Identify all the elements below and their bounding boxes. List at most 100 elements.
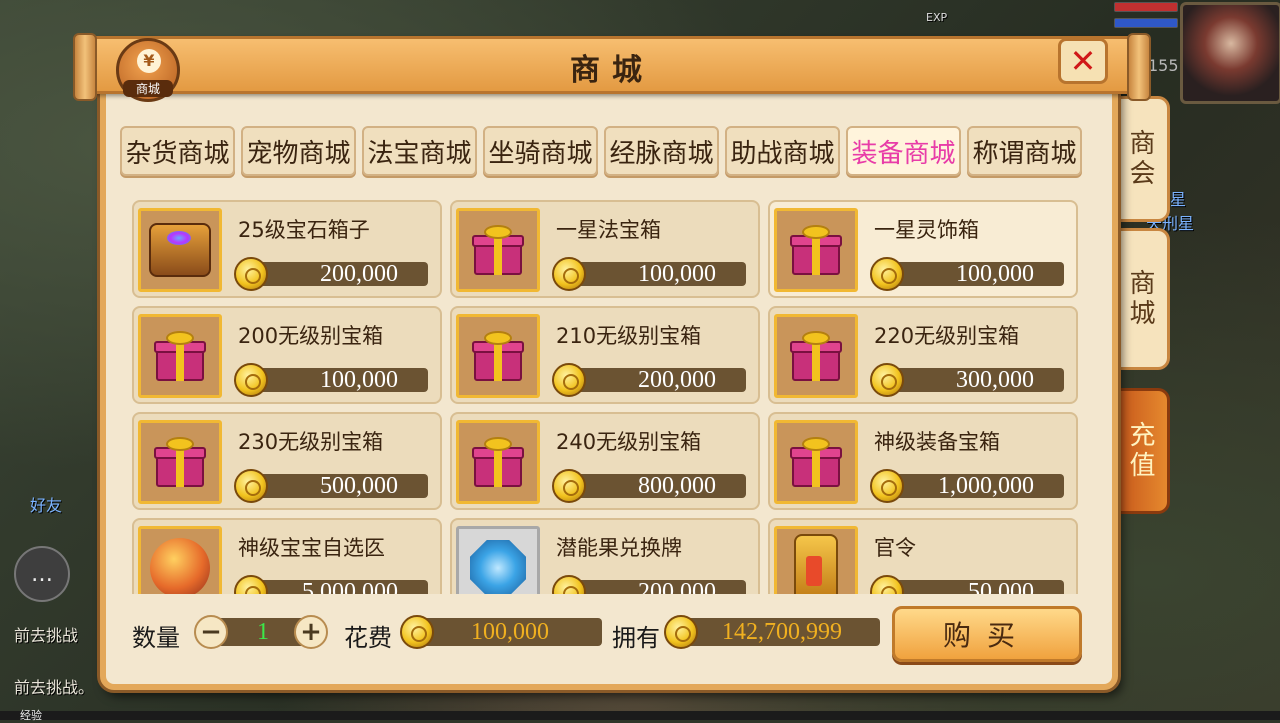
page-title: 商城 — [570, 53, 654, 88]
buy-button[interactable]: 购买 — [892, 606, 1082, 662]
item-thumbnail — [456, 526, 540, 594]
quantity-label: 数量 — [132, 624, 180, 652]
coin-icon — [870, 575, 904, 594]
item-name: 神级装备宝箱 — [874, 430, 1000, 454]
tab-merchant-guild[interactable]: 商会 — [1114, 96, 1170, 222]
cost-label: 花费 — [344, 624, 392, 652]
coin-icon — [552, 469, 586, 503]
item-thumbnail — [774, 208, 858, 292]
cost-value: 100,000 — [471, 619, 549, 645]
player-bars — [1114, 2, 1178, 34]
gift-box-icon — [472, 331, 524, 381]
tab-equipment-store[interactable]: 装备商城 — [846, 126, 961, 176]
bagua-token-icon — [470, 540, 526, 594]
shop-item[interactable]: 一星灵饰箱 100,000 — [768, 200, 1078, 298]
gift-box-icon — [154, 331, 206, 381]
bg-label-star: 星 — [1170, 190, 1187, 209]
coin-icon — [234, 469, 268, 503]
yen-icon: ¥ — [137, 49, 161, 73]
official-token-icon — [794, 534, 838, 594]
coin-icon — [552, 363, 586, 397]
item-thumbnail — [456, 208, 540, 292]
gift-box-icon — [154, 437, 206, 487]
gift-box-icon — [472, 225, 524, 275]
tab-title-store[interactable]: 称谓商城 — [967, 126, 1082, 176]
exp-label: EXP — [926, 11, 948, 24]
shop-item[interactable]: 神级宝宝自选匛 5,000,000 — [132, 518, 442, 594]
shop-item[interactable]: 200无级别宝箱 100,000 — [132, 306, 442, 404]
item-price-value: 200,000 — [638, 367, 716, 393]
item-grid[interactable]: 25级宝石箱子 200,000 一星法宝箱 100,000 一星灵饰箱 100,000 20… — [132, 200, 1082, 594]
player-portrait[interactable] — [1180, 2, 1280, 104]
shop-item[interactable]: 一星法宝箱 100,000 — [450, 200, 760, 298]
mp-bar — [1114, 18, 1178, 28]
item-name: 一星法宝箱 — [556, 218, 661, 242]
purchase-bar: 数量 1 − + 花费 100,000 拥有 142,700,999 购买 — [118, 600, 1098, 670]
decrease-quantity-button[interactable]: − — [194, 615, 228, 649]
coin-icon — [870, 469, 904, 503]
minus-icon: − — [200, 617, 222, 647]
item-name: 潜能果兑换牌 — [556, 536, 682, 560]
item-thumbnail — [456, 420, 540, 504]
plus-icon: + — [300, 617, 322, 647]
tab-general-store[interactable]: 杂货商城 — [120, 126, 235, 176]
tab-recharge[interactable]: 充值 — [1114, 388, 1170, 514]
shop-item[interactable]: 官令 50,000 — [768, 518, 1078, 594]
shop-item[interactable]: 230无级别宝箱 500,000 — [132, 412, 442, 510]
shop-badge-label: 商城 — [123, 80, 173, 97]
tab-treasure-store[interactable]: 法宝商城 — [362, 126, 477, 176]
coin-icon — [870, 257, 904, 291]
close-button[interactable]: ✕ — [1058, 38, 1108, 84]
tab-pet-store[interactable]: 宠物商城 — [241, 126, 356, 176]
coin-icon — [664, 615, 698, 649]
item-price-value: 50,000 — [968, 579, 1034, 594]
tab-mount-store[interactable]: 坐骑商城 — [483, 126, 598, 176]
shop-item[interactable]: 神级装备宝箱 1,000,000 — [768, 412, 1078, 510]
item-price-value: 200,000 — [638, 579, 716, 594]
item-price-value: 800,000 — [638, 473, 716, 499]
item-name: 神级宝宝自选匛 — [238, 536, 385, 560]
coin-icon — [234, 575, 268, 594]
item-price-value: 500,000 — [320, 473, 398, 499]
owned-value: 142,700,999 — [722, 619, 842, 645]
tab-assist-store[interactable]: 助战商城 — [725, 126, 840, 176]
item-name: 200无级别宝箱 — [238, 324, 384, 348]
item-price-value: 100,000 — [320, 367, 398, 393]
item-thumbnail — [774, 526, 858, 594]
item-price-value: 1,000,000 — [938, 473, 1034, 499]
coin-icon — [870, 363, 904, 397]
bg-label-challenge-1: 前去挑战 — [14, 626, 79, 645]
item-name: 230无级别宝箱 — [238, 430, 384, 454]
coin-icon — [234, 257, 268, 291]
player-level: 155 — [1148, 56, 1179, 75]
coin-icon — [400, 615, 434, 649]
item-name: 210无级别宝箱 — [556, 324, 702, 348]
item-thumbnail — [774, 314, 858, 398]
coin-icon — [552, 257, 586, 291]
category-tabs: 杂货商城 宠物商城 法宝商城 坐骑商城 经脉商城 助战商城 装备商城 称谓商城 — [120, 126, 1082, 176]
experience-label: 经验 — [20, 709, 42, 722]
item-thumbnail — [138, 314, 222, 398]
owned-field: 142,700,999 — [684, 618, 880, 646]
item-name: 官令 — [874, 536, 916, 560]
increase-quantity-button[interactable]: + — [294, 615, 328, 649]
bg-label-friend: 好友 — [30, 496, 63, 515]
shop-item[interactable]: 210无级别宝箱 200,000 — [450, 306, 760, 404]
gift-box-icon — [790, 437, 842, 487]
shop-item[interactable]: 潜能果兑换牌 200,000 — [450, 518, 760, 594]
shop-item[interactable]: 25级宝石箱子 200,000 — [132, 200, 442, 298]
hp-bar — [1114, 2, 1178, 12]
tab-meridian-store[interactable]: 经脉商城 — [604, 126, 719, 176]
chat-icon[interactable]: … — [14, 546, 70, 602]
tab-mall[interactable]: 商城 — [1114, 228, 1170, 370]
shop-item[interactable]: 220无级别宝箱 300,000 — [768, 306, 1078, 404]
item-price-value: 100,000 — [638, 261, 716, 287]
bg-label-challenge-2: 前去挑战。 — [14, 678, 95, 697]
gift-box-icon — [790, 331, 842, 381]
coin-icon — [552, 575, 586, 594]
item-thumbnail — [456, 314, 540, 398]
item-name: 240无级别宝箱 — [556, 430, 702, 454]
shop-item[interactable]: 240无级别宝箱 800,000 — [450, 412, 760, 510]
experience-bar — [0, 711, 1280, 720]
shop-header: 商城 — [73, 33, 1151, 101]
